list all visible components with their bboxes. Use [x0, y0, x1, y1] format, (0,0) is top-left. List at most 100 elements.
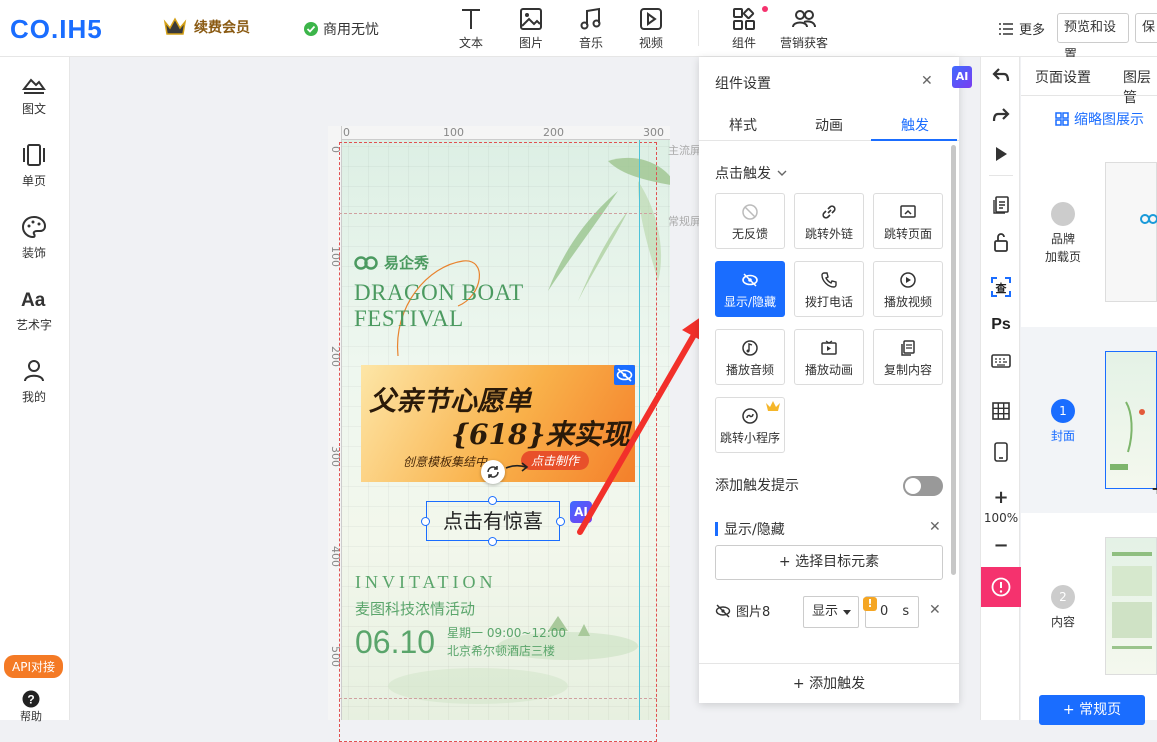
tab-trigger[interactable]: 触发 [901, 115, 929, 135]
action-copy-content[interactable]: 复制内容 [873, 329, 943, 385]
resize-handle-left[interactable] [421, 517, 430, 526]
action-show-hide[interactable]: 显示/隐藏 [715, 261, 785, 317]
sidebar-item-mine[interactable]: 我的 [0, 359, 68, 405]
tab-style[interactable]: 样式 [729, 115, 757, 135]
page-item-cover[interactable]: 1 封面 + [1021, 327, 1157, 513]
tool-component[interactable]: 组件 [720, 6, 768, 51]
issue-alert-button[interactable] [981, 567, 1021, 607]
more-menu[interactable]: 更多 [998, 19, 1045, 38]
more-label: 更多 [1019, 23, 1046, 38]
tool-video[interactable]: 视频 [627, 6, 675, 51]
plus-icon: + [778, 554, 796, 570]
check-button[interactable]: 查 [981, 276, 1021, 298]
add-regular-page-button[interactable]: + 常规页 [1039, 695, 1145, 725]
action-external-link[interactable]: 跳转外链 [794, 193, 864, 249]
image-icon [520, 8, 542, 30]
add-trigger-label: 添加触发 [809, 676, 866, 692]
keyboard-shortcuts-button[interactable] [981, 354, 1021, 368]
remove-target-icon[interactable]: ✕ [929, 602, 941, 618]
plus-icon: + [792, 676, 810, 692]
show-hide-section-header: 显示/隐藏 [715, 519, 785, 539]
resize-handle-top[interactable] [488, 496, 497, 505]
page-item-loading[interactable]: 品牌 加载页 [1021, 152, 1157, 322]
resize-handle-right[interactable] [556, 517, 565, 526]
warning-icon: ! [863, 597, 877, 611]
tool-text[interactable]: 文本 [447, 6, 495, 51]
page-item-content[interactable]: 2 内容 [1021, 517, 1157, 687]
document-icon [993, 196, 1009, 214]
preview-settings-button[interactable]: 预览和设置 [1057, 13, 1129, 63]
annotation-arrow [577, 312, 708, 535]
vip-renew[interactable]: 续费会员 [162, 16, 250, 38]
grid-icon [992, 402, 1010, 420]
sidebar-item-label: 单页 [21, 174, 46, 188]
tab-animation[interactable]: 动画 [815, 115, 843, 135]
action-play-video[interactable]: 播放视频 [873, 261, 943, 317]
tool-image[interactable]: 图片 [507, 6, 555, 51]
undo-button[interactable] [981, 67, 1021, 83]
event-date[interactable]: 06.10 [355, 624, 435, 661]
save-button[interactable]: 保 [1135, 13, 1157, 43]
close-icon[interactable]: ✕ [921, 73, 933, 89]
lock-button[interactable] [981, 232, 1021, 252]
photoshop-import-button[interactable]: Ps [981, 313, 1021, 333]
tab-layer-manager[interactable]: 图层管 [1123, 67, 1157, 107]
zoom-in-button[interactable]: + [981, 487, 1021, 508]
page-panel: 页面设置 图层管 缩略图展示 品牌 加载页 1 封面 + 2 内容 + 常规页 [1021, 57, 1157, 725]
selected-text-element[interactable]: 点击有惊喜 [426, 501, 560, 541]
resize-handle-bottom[interactable] [488, 537, 497, 546]
page-jump-icon [900, 205, 916, 218]
play-preview-button[interactable] [981, 146, 1021, 162]
page-list-button[interactable] [981, 194, 1021, 214]
thumbnail-view-toggle[interactable]: 缩略图展示 [1055, 109, 1144, 129]
invitation-heading[interactable]: INVITATION [355, 572, 497, 593]
action-play-animation[interactable]: 播放动画 [794, 329, 864, 385]
remove-section-icon[interactable]: ✕ [929, 519, 941, 535]
action-label: 播放动画 [804, 363, 853, 377]
device-preview-button[interactable] [981, 442, 1021, 462]
action-label: 跳转外链 [804, 227, 853, 241]
commerce-badge[interactable]: 商用无忧 [304, 19, 379, 39]
top-bar: CO.IH5 续费会员 商用无忧 文本 图片 音乐 视频 组件 营销获客 更多 … [0, 0, 1157, 63]
chevron-down-icon [777, 170, 787, 176]
api-button[interactable]: API对接 [4, 655, 63, 678]
sidebar-item-image-text[interactable]: 图文 [0, 71, 68, 117]
zoom-out-button[interactable]: − [981, 535, 1021, 556]
sidebar-item-art-text[interactable]: Aa 艺术字 [0, 287, 68, 333]
visibility-mode-select[interactable]: 显示 [803, 596, 859, 628]
select-target-button[interactable]: + 选择目标元素 [715, 545, 943, 580]
panel-scrollbar[interactable] [951, 145, 956, 575]
sidebar-item-decor[interactable]: 装饰 [0, 215, 68, 261]
play-icon [996, 147, 1007, 161]
grid-toggle-button[interactable] [981, 402, 1021, 420]
event-details[interactable]: 星期一 09:00~12:00 北京希尔顿酒店三楼 [447, 624, 566, 660]
ai-floating-button[interactable]: AI [952, 66, 972, 88]
svg-text:?: ? [27, 693, 34, 707]
sidebar-item-label: 艺术字 [15, 318, 52, 332]
tool-marketing[interactable]: 营销获客 [780, 6, 828, 51]
action-jump-page[interactable]: 跳转页面 [873, 193, 943, 249]
event-title[interactable]: 麦图科技浓情活动 [355, 598, 475, 619]
tab-page-settings[interactable]: 页面设置 [1035, 67, 1091, 87]
action-play-audio[interactable]: 播放音频 [715, 329, 785, 385]
panel-title: 组件设置 [715, 76, 771, 92]
logo[interactable]: CO.IH5 [10, 14, 103, 45]
tool-label: 营销获客 [780, 36, 829, 50]
action-no-feedback[interactable]: 无反馈 [715, 193, 785, 249]
tool-label: 文本 [458, 36, 483, 50]
click-trigger-dropdown[interactable]: 点击触发 [715, 163, 787, 183]
dragon-boat-title[interactable]: DRAGON BOAT FESTIVAL [354, 280, 524, 332]
help-button[interactable]: ? 帮助 [20, 690, 42, 724]
mobile-icon [994, 442, 1008, 462]
tool-music[interactable]: 音乐 [567, 6, 615, 51]
redo-button[interactable] [981, 107, 1021, 123]
brand-logo[interactable]: 易企秀 [354, 252, 429, 273]
eye-icon [742, 273, 758, 287]
rotate-handle[interactable] [481, 460, 505, 484]
add-page-plus[interactable]: + [1151, 479, 1157, 498]
action-label: 跳转页面 [883, 227, 932, 241]
action-call-phone[interactable]: 拨打电话 [794, 261, 864, 317]
sidebar-item-single-page[interactable]: 单页 [0, 143, 68, 189]
add-trigger-button[interactable]: + 添加触发 [699, 663, 959, 703]
scan-check-icon: 查 [991, 277, 1011, 297]
